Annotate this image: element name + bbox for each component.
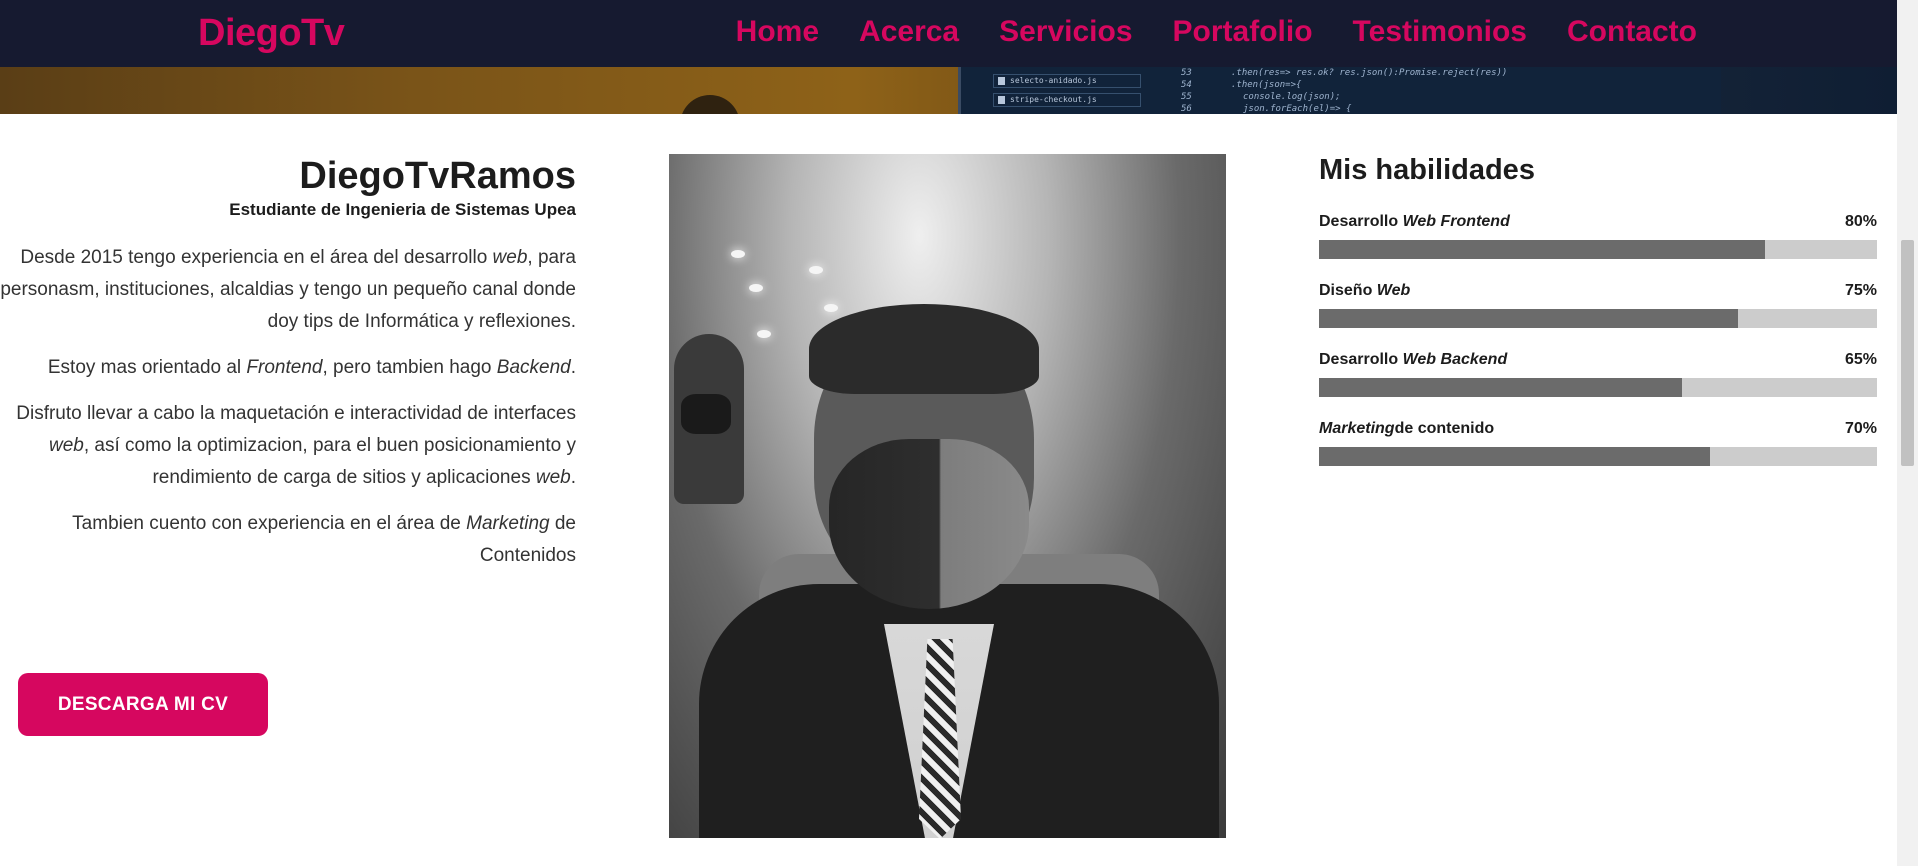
skill-progress-track [1319, 378, 1877, 397]
page: selecto-anidado.js stripe-checkout.js 53… [0, 0, 1897, 866]
nav-link-contacto[interactable]: Contacto [1567, 15, 1697, 49]
skill-header: Desarrollo Web Frontend 80% [1319, 212, 1877, 232]
skill-label: Desarrollo Web Frontend [1319, 212, 1510, 232]
skill-percent: 80% [1844, 213, 1877, 230]
text-segment: Estoy mas orientado al [47, 357, 247, 378]
text-segment: , así como la optimizacion, para el buen… [83, 435, 576, 488]
hero-code-line-number: 56 [1181, 104, 1192, 114]
skill-progress-fill [1319, 309, 1738, 328]
ceiling-light-shape [731, 250, 745, 258]
hero-code-line: .then(json=>{ [1231, 80, 1302, 90]
top-navbar: DiegoTv Home Acerca Servicios Portafolio… [0, 0, 1897, 67]
skill-item: Desarrollo Web Frontend 80% [1319, 212, 1877, 259]
text-segment: , pero tambien hago [322, 357, 497, 378]
skill-label-prefix: Desarrollo [1319, 351, 1403, 368]
skill-header: Desarrollo Web Backend 65% [1319, 350, 1877, 370]
brand-logo[interactable]: DiegoTv [198, 12, 345, 55]
text-segment: Desde 2015 tengo experiencia en el área … [20, 247, 493, 268]
skill-label-prefix: Desarrollo [1319, 213, 1403, 230]
about-paragraph-3: Disfruto llevar a cabo la maquetación e … [0, 398, 576, 494]
skills-title: Mis habilidades [1319, 154, 1535, 186]
ceiling-light-shape [749, 284, 763, 292]
text-segment: . [570, 467, 576, 488]
skill-label-emphasis: Web Frontend [1402, 213, 1510, 230]
skill-item: Desarrollo Web Backend 65% [1319, 350, 1877, 397]
text-emphasis: Marketing [466, 513, 550, 534]
text-emphasis: web [535, 467, 571, 488]
skill-progress-track [1319, 309, 1877, 328]
skill-percent: 70% [1844, 420, 1877, 437]
skill-label-emphasis: Marketing [1319, 420, 1395, 437]
scrollbar-thumb[interactable] [1901, 240, 1914, 466]
skill-header: Diseño Web 75% [1319, 281, 1877, 301]
text-segment: Tambien cuento con experiencia en el áre… [72, 513, 467, 534]
hero-mug-shape [680, 95, 740, 114]
download-cv-button[interactable]: DESCARGA MI CV [18, 673, 268, 736]
background-person-mask-shape [681, 394, 731, 434]
text-emphasis: web [492, 247, 528, 268]
text-segment: Disfruto llevar a cabo la maquetación e … [16, 403, 576, 424]
text-emphasis: Backend [496, 357, 571, 378]
hero-code-file-1: selecto-anidado.js [993, 74, 1141, 88]
skills-section: Mis habilidades Desarrollo Web Frontend … [1319, 152, 1877, 466]
nav-link-testimonios[interactable]: Testimonios [1353, 15, 1527, 49]
skill-label: Marketingde contenido [1319, 419, 1494, 439]
skill-label-suffix: de contenido [1394, 420, 1495, 437]
ceiling-light-shape [757, 330, 771, 338]
skill-label: Desarrollo Web Backend [1319, 350, 1507, 370]
skill-progress-fill [1319, 378, 1682, 397]
skill-progress-fill [1319, 447, 1710, 466]
skill-label-emphasis: Web Backend [1402, 351, 1508, 368]
hero-code-line-number: 54 [1181, 80, 1192, 90]
skill-label-prefix: Diseño [1319, 282, 1377, 299]
nav-link-home[interactable]: Home [736, 15, 819, 49]
hero-code-line: console.log(json); [1243, 92, 1341, 102]
skill-label-emphasis: Web [1376, 282, 1411, 299]
skill-header: Marketingde contenido 70% [1319, 419, 1877, 439]
skill-item: Diseño Web 75% [1319, 281, 1877, 328]
profile-photo [669, 154, 1226, 838]
skill-item: Marketingde contenido 70% [1319, 419, 1877, 466]
skill-percent: 65% [1844, 351, 1877, 368]
hero-code-line: json.forEach(el)=> { [1243, 104, 1352, 114]
about-paragraph-1: Desde 2015 tengo experiencia en el área … [0, 242, 576, 338]
about-paragraph-2: Estoy mas orientado al Frontend, pero ta… [0, 352, 576, 384]
skill-progress-track [1319, 447, 1877, 466]
skill-label: Diseño Web [1319, 281, 1410, 301]
hero-code-line-number: 55 [1181, 92, 1192, 102]
main-nav: Home Acerca Servicios Portafolio Testimo… [736, 15, 1697, 49]
hero-code-file-2: stripe-checkout.js [993, 93, 1141, 107]
about-role-subtitle: Estudiante de Ingenieria de Sistemas Upe… [229, 200, 576, 219]
ceiling-light-shape [824, 304, 838, 312]
hero-code-line-number: 53 [1181, 68, 1192, 78]
hero-code-line: .then(res=> res.ok? res.json():Promise.r… [1231, 68, 1508, 78]
nav-link-acerca[interactable]: Acerca [859, 15, 959, 49]
nav-link-portafolio[interactable]: Portafolio [1173, 15, 1313, 49]
skill-progress-track [1319, 240, 1877, 259]
text-emphasis: web [48, 435, 84, 456]
hair-shape [809, 304, 1039, 394]
text-emphasis: Frontend [246, 357, 323, 378]
face-mask-shape [829, 439, 1029, 609]
ceiling-light-shape [809, 266, 823, 274]
about-paragraph-4: Tambien cuento con experiencia en el áre… [0, 508, 576, 572]
about-section: DiegoTvRamos Estudiante de Ingenieria de… [0, 140, 576, 572]
hero-code-editor: selecto-anidado.js stripe-checkout.js 53… [958, 66, 1721, 114]
nav-link-servicios[interactable]: Servicios [999, 15, 1132, 49]
page-scrollbar[interactable] [1897, 0, 1918, 866]
skill-progress-fill [1319, 240, 1766, 259]
skill-percent: 75% [1844, 282, 1877, 299]
text-segment: . [570, 357, 576, 378]
about-name-heading: DiegoTvRamos [299, 155, 576, 197]
